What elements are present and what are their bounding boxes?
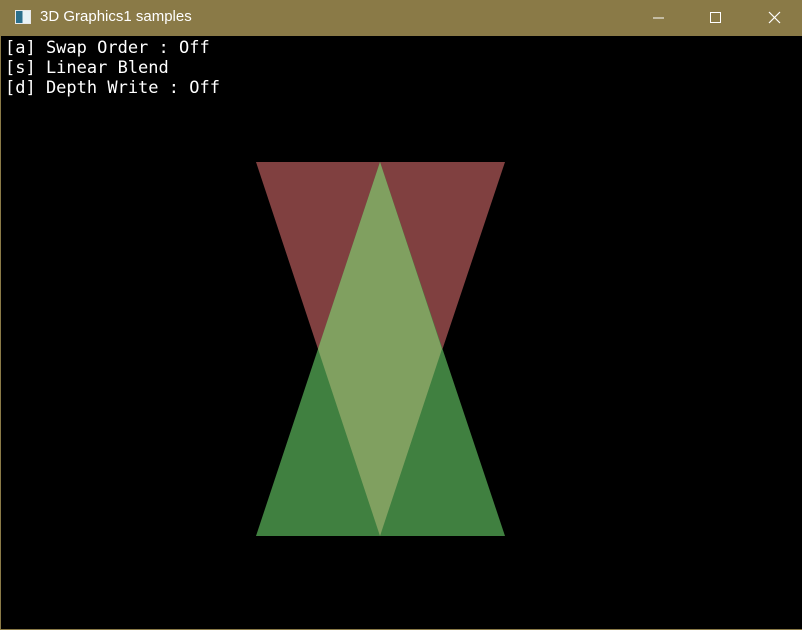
app-window-icon[interactable] <box>15 10 31 24</box>
maximize-icon <box>710 12 721 23</box>
maximize-button[interactable] <box>691 0 737 36</box>
close-icon <box>768 11 781 24</box>
minimize-button[interactable] <box>635 0 681 36</box>
app-window: 3D Graphics1 samples [a] Swap Order : Of… <box>0 0 802 630</box>
window-title: 3D Graphics1 samples <box>40 8 192 25</box>
scene-canvas <box>256 162 505 536</box>
close-button[interactable] <box>749 0 795 36</box>
title-bar[interactable]: 3D Graphics1 samples <box>1 0 802 36</box>
render-viewport[interactable]: [a] Swap Order : Off [s] Linear Blend [d… <box>2 36 802 629</box>
minimize-icon <box>653 17 664 19</box>
